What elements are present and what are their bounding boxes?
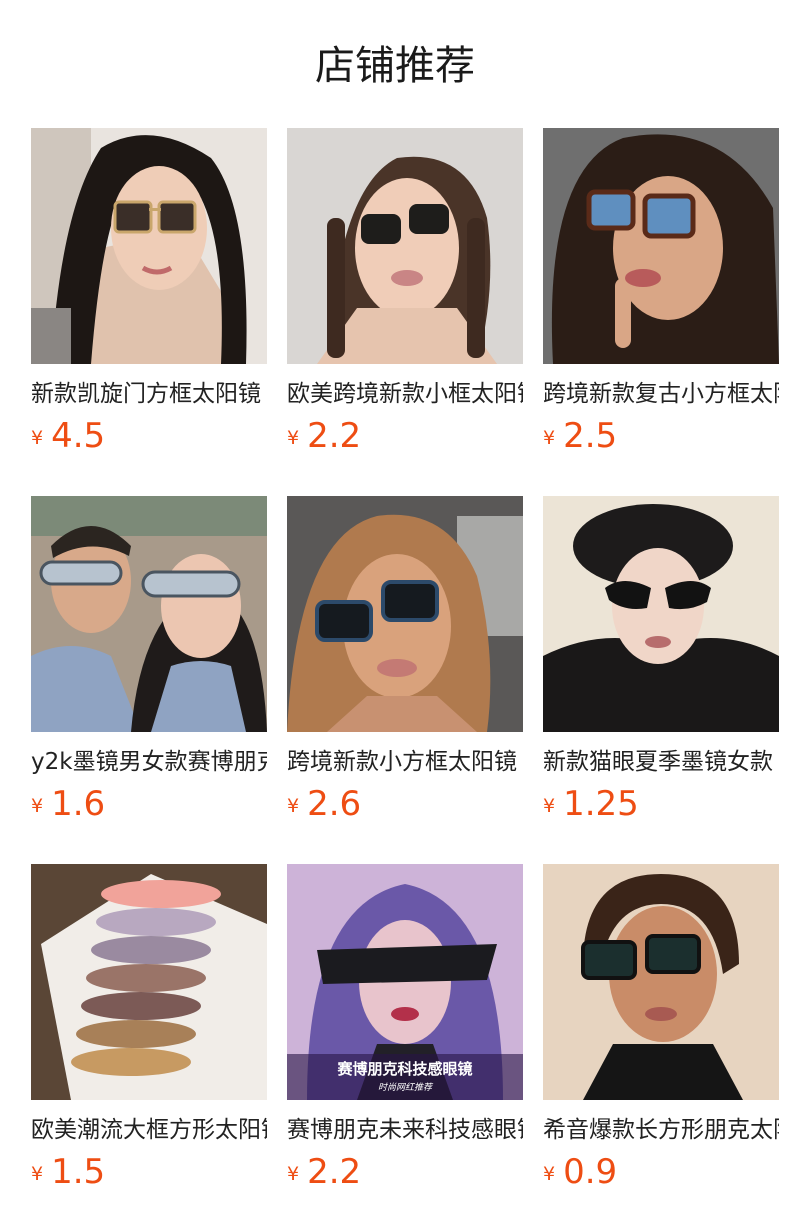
product-name[interactable]: 跨境新款小方框太阳镜 (287, 745, 523, 779)
product-card[interactable]: 欧美跨境新款小框太阳镜 ¥2.2 (287, 128, 523, 462)
product-image[interactable] (31, 864, 267, 1100)
product-price: ¥4.5 (31, 416, 267, 462)
product-card[interactable]: 跨境新款小方框太阳镜 ¥2.6 (287, 496, 523, 830)
image-caption-banner: 赛博朋克科技感眼镜 时尚网红推荐 (287, 1054, 523, 1100)
price-value: 1.25 (563, 784, 639, 824)
price-value: 2.2 (307, 1152, 362, 1192)
price-value: 2.6 (307, 784, 362, 824)
product-image[interactable] (543, 128, 779, 364)
product-image[interactable] (287, 128, 523, 364)
product-name[interactable]: y2k墨镜男女款赛博朋克 (31, 745, 267, 779)
product-card[interactable]: 欧美潮流大框方形太阳镜 ¥1.5 (31, 864, 267, 1198)
price-value: 1.5 (51, 1152, 106, 1192)
product-price: ¥2.6 (287, 784, 523, 830)
product-card[interactable]: y2k墨镜男女款赛博朋克 ¥1.6 (31, 496, 267, 830)
currency-symbol: ¥ (287, 427, 300, 449)
product-name[interactable]: 欧美跨境新款小框太阳镜 (287, 377, 523, 411)
caption-subline: 时尚网红推荐 (377, 1083, 432, 1093)
product-name[interactable]: 希音爆款长方形朋克太阳镜 (543, 1113, 779, 1147)
product-price: ¥1.6 (31, 784, 267, 830)
product-image[interactable] (543, 496, 779, 732)
currency-symbol: ¥ (543, 427, 556, 449)
product-name[interactable]: 跨境新款复古小方框太阳镜 (543, 377, 779, 411)
product-card[interactable]: 新款猫眼夏季墨镜女款 ¥1.25 (543, 496, 779, 830)
product-name[interactable]: 新款凯旋门方框太阳镜 (31, 377, 267, 411)
currency-symbol: ¥ (31, 1163, 44, 1185)
page-title: 店铺推荐 (315, 43, 475, 89)
product-image[interactable] (287, 496, 523, 732)
product-card[interactable]: 跨境新款复古小方框太阳镜 ¥2.5 (543, 128, 779, 462)
caption-line: 赛博朋克科技感眼镜 (337, 1060, 473, 1078)
product-image[interactable] (31, 496, 267, 732)
product-price: ¥2.5 (543, 416, 779, 462)
product-price: ¥0.9 (543, 1152, 779, 1198)
product-image[interactable] (31, 128, 267, 364)
currency-symbol: ¥ (287, 1163, 300, 1185)
product-card[interactable]: 新款凯旋门方框太阳镜 ¥4.5 (31, 128, 267, 462)
currency-symbol: ¥ (31, 795, 44, 817)
currency-symbol: ¥ (287, 795, 300, 817)
product-card[interactable]: 赛博朋克科技感眼镜 时尚网红推荐 赛博朋克未来科技感眼镜 ¥2.2 (287, 864, 523, 1198)
product-card[interactable]: 希音爆款长方形朋克太阳镜 ¥0.9 (543, 864, 779, 1198)
currency-symbol: ¥ (31, 427, 44, 449)
product-price: ¥2.2 (287, 416, 523, 462)
product-name[interactable]: 赛博朋克未来科技感眼镜 (287, 1113, 523, 1147)
product-price: ¥2.2 (287, 1152, 523, 1198)
currency-symbol: ¥ (543, 795, 556, 817)
product-name[interactable]: 欧美潮流大框方形太阳镜 (31, 1113, 267, 1147)
product-image[interactable] (543, 864, 779, 1100)
price-value: 2.2 (307, 416, 362, 456)
product-image[interactable]: 赛博朋克科技感眼镜 时尚网红推荐 (287, 864, 523, 1100)
price-value: 1.6 (51, 784, 106, 824)
price-value: 4.5 (51, 416, 106, 456)
currency-symbol: ¥ (543, 1163, 556, 1185)
product-name[interactable]: 新款猫眼夏季墨镜女款 (543, 745, 779, 779)
product-price: ¥1.5 (31, 1152, 267, 1198)
product-price: ¥1.25 (543, 784, 779, 830)
price-value: 2.5 (563, 416, 618, 456)
price-value: 0.9 (563, 1152, 618, 1192)
